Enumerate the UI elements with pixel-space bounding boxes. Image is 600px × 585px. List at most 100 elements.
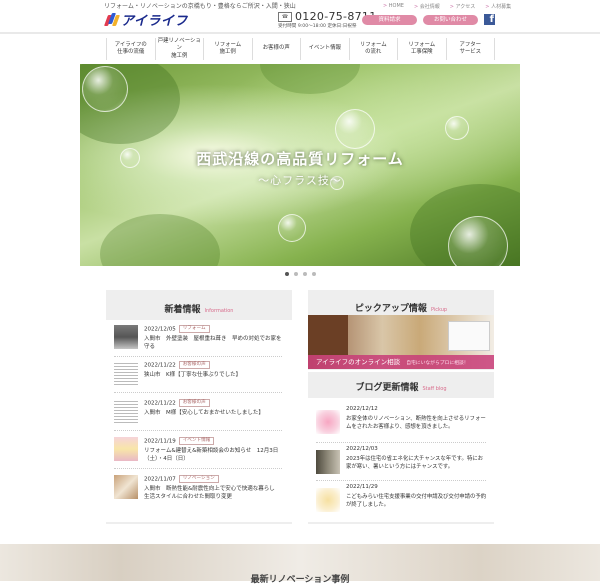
pickup-banner-label: アイライフのオンライン相談: [316, 358, 401, 366]
news-panel-title: 新着情報 Information: [106, 302, 292, 315]
catalog-request-button[interactable]: 資料請求: [362, 15, 417, 25]
banner-shelf-image: [308, 315, 348, 355]
nav-item-philosophy[interactable]: アイライフの 仕事の流儀: [107, 38, 156, 60]
hero-bubble: [335, 109, 375, 149]
nav-item-renovation-cases[interactable]: 戸建リノベーション 施工例: [156, 38, 204, 60]
news-text: リフォーム&建替え&新築相談会のお知らせ 12月3日（土）・4日（日）: [144, 448, 279, 463]
pickup-title: ピックアップ情報: [354, 304, 427, 314]
news-title: 新着情報: [164, 305, 201, 315]
news-panel: 新着情報 Information 2022/12/05 リフォーム 入間市 外壁塗装…: [106, 290, 292, 524]
news-tag: イベント情報: [178, 437, 215, 445]
top-link-home[interactable]: HOME: [383, 3, 404, 10]
top-link-company[interactable]: 会社情報: [414, 3, 440, 10]
blog-thumbnail: [316, 488, 340, 512]
news-text: 入間市 断熱性能&耐震性向上で安心で快適な暮らし 生活スタイルに合わせた間取り変…: [144, 486, 281, 501]
news-date-text: 2022/11/19: [144, 438, 176, 445]
site-logo[interactable]: アイライフ: [103, 11, 188, 29]
slider-dot[interactable]: [312, 272, 316, 276]
blog-item[interactable]: 2022/12/03 2023年は住宅の省エネ化に大チャンスな年です。特にお家が…: [316, 444, 486, 481]
blog-title-en: Staff blog: [422, 386, 447, 392]
facebook-icon[interactable]: f: [484, 14, 495, 25]
blog-thumbnail: [316, 450, 340, 474]
news-list: 2022/12/05 リフォーム 入間市 外壁塗装 屋根重ね葺き 早めの対処でお家…: [106, 320, 292, 522]
hero-bubble: [278, 214, 306, 242]
free-dial-icon: ☎: [278, 11, 292, 22]
nav-item-customer-voice[interactable]: お客様の声: [253, 38, 301, 60]
news-thumbnail: [114, 437, 138, 461]
blog-text: 2023年は住宅の省エネ化に大チャンスな年です。特にお家が寒い、暑いという方には…: [346, 456, 484, 471]
slider-dot[interactable]: [303, 272, 307, 276]
news-date: 2022/12/05 リフォーム: [144, 325, 210, 333]
news-tag: お客様の声: [178, 399, 210, 407]
slider-dot[interactable]: [294, 272, 298, 276]
news-date-text: 2022/11/07: [144, 476, 176, 483]
renovation-section-title: 最新リノベーション事例: [250, 575, 350, 585]
logo-mark-icon: [103, 12, 121, 26]
news-text: 狭山市 K様【丁寧な仕事ぶりでした】: [144, 372, 242, 378]
nav-item-events[interactable]: イベント情報: [301, 38, 350, 60]
nav-item-reform-cases[interactable]: リフォーム 施工例: [204, 38, 253, 60]
news-item[interactable]: 2022/11/22 お客様の声 入間市 M様【安心しておまかせいたしました】: [114, 396, 282, 431]
banner-laptop-image: [448, 321, 490, 351]
news-thumbnail: [114, 325, 138, 349]
blog-date: 2022/12/12: [346, 406, 378, 412]
header-divider: [0, 32, 600, 34]
blog-text: お家全体のリノベーション、断熱性を向上させるリフォームをされたお客様より、感想を…: [346, 416, 486, 431]
news-text: 入間市 M様【安心しておまかせいたしました】: [144, 410, 264, 416]
hero-bubble: [445, 116, 469, 140]
pickup-banner-sub: 自宅にいながらプロに相談！: [406, 361, 469, 366]
news-date-text: 2022/11/22: [144, 400, 176, 407]
blog-date: 2022/12/03: [346, 446, 378, 452]
news-tag: お客様の声: [178, 361, 210, 369]
news-item[interactable]: 2022/11/07 リノベーション 入間市 断熱性能&耐震性向上で安心で快適な暮…: [114, 472, 282, 506]
nav-item-insurance[interactable]: リフォーム 工事保険: [398, 38, 447, 60]
top-link-access[interactable]: アクセス: [450, 3, 476, 10]
pickup-bar: アイライフのオンライン相談 自宅にいながらプロに相談！: [308, 355, 494, 369]
news-tag: リノベーション: [178, 475, 219, 483]
nav-item-flow[interactable]: リフォーム の流れ: [350, 38, 398, 60]
hero-slider[interactable]: 西武沿線の高品質リフォーム 〜心フラス技〜: [80, 64, 520, 266]
hero-title: 西武沿線の高品質リフォーム: [196, 150, 404, 168]
hero-subtitle: 〜心フラス技〜: [258, 174, 342, 187]
news-text: 入間市 外壁塗装 屋根重ね葺き 早めの対処でお家を守る: [144, 336, 282, 351]
blog-list: 2022/12/12 お家全体のリノベーション、断熱性を向上させるリフォームをさ…: [308, 398, 494, 522]
news-title-en: Information: [204, 308, 234, 314]
blog-item[interactable]: 2022/12/12 お家全体のリノベーション、断熱性を向上させるリフォームをさ…: [316, 404, 486, 443]
hero-foliage: [100, 214, 220, 266]
news-thumbnail: [114, 399, 138, 423]
pickup-banner[interactable]: アイライフのオンライン相談 自宅にいながらプロに相談！: [308, 315, 494, 369]
pickup-banner-text: アイライフのオンライン相談 自宅にいながらプロに相談！: [316, 356, 469, 366]
news-date-text: 2022/12/05: [144, 326, 176, 333]
pickup-panel-title: ピックアップ情報 Pickup: [308, 301, 494, 314]
nav-item-after-service[interactable]: アフター サービス: [447, 38, 495, 60]
blog-title: ブログ更新情報: [355, 383, 419, 393]
blog-date: 2022/11/29: [346, 484, 378, 490]
news-date: 2022/11/22 お客様の声: [144, 399, 210, 407]
news-date: 2022/11/22 お客様の声: [144, 361, 210, 369]
slider-dot[interactable]: [285, 272, 289, 276]
news-tag: リフォーム: [178, 325, 210, 333]
top-links: HOME 会社情報 アクセス 人材募集: [383, 3, 511, 10]
news-item[interactable]: 2022/11/22 お客様の声 狭山市 K様【丁寧な仕事ぶりでした】: [114, 358, 282, 393]
news-date: 2022/11/07 リノベーション: [144, 475, 219, 483]
tel-hours: 受付時間 9:00〜18:00 定休日:日祝祭: [278, 24, 357, 29]
news-date: 2022/11/19 イベント情報: [144, 437, 215, 445]
contact-button[interactable]: お問い合わせ: [423, 15, 478, 25]
slider-dots: [285, 272, 316, 276]
news-date-text: 2022/11/22: [144, 362, 176, 369]
blog-text: こどもみらい住宅支援事業の交付申請及び交付申請の予約が終了しました。: [346, 494, 487, 509]
pickup-title-en: Pickup: [430, 307, 448, 313]
news-item[interactable]: 2022/11/19 イベント情報 リフォーム&建替え&新築相談会のお知らせ 12…: [114, 434, 282, 469]
blog-panel-title: ブログ更新情報 Staff blog: [308, 380, 494, 393]
logo-text: アイライフ: [121, 13, 188, 29]
news-thumbnail: [114, 361, 138, 385]
news-thumbnail: [114, 475, 138, 499]
hero-foliage: [260, 64, 360, 94]
hero-bubble: [82, 66, 128, 112]
top-link-recruit[interactable]: 人材募集: [485, 3, 511, 10]
news-item[interactable]: 2022/12/05 リフォーム 入間市 外壁塗装 屋根重ね葺き 早めの対処でお家…: [114, 322, 282, 357]
global-nav: アイライフの 仕事の流儀 戸建リノベーション 施工例 リフォーム 施工例 お客様…: [106, 38, 495, 60]
blog-panel: ブログ更新情報 Staff blog 2022/12/12 お家全体のリノベーショ…: [308, 372, 494, 524]
blog-thumbnail: [316, 410, 340, 434]
blog-item[interactable]: 2022/11/29 こどもみらい住宅支援事業の交付申請及び交付申請の予約が終了…: [316, 482, 486, 520]
